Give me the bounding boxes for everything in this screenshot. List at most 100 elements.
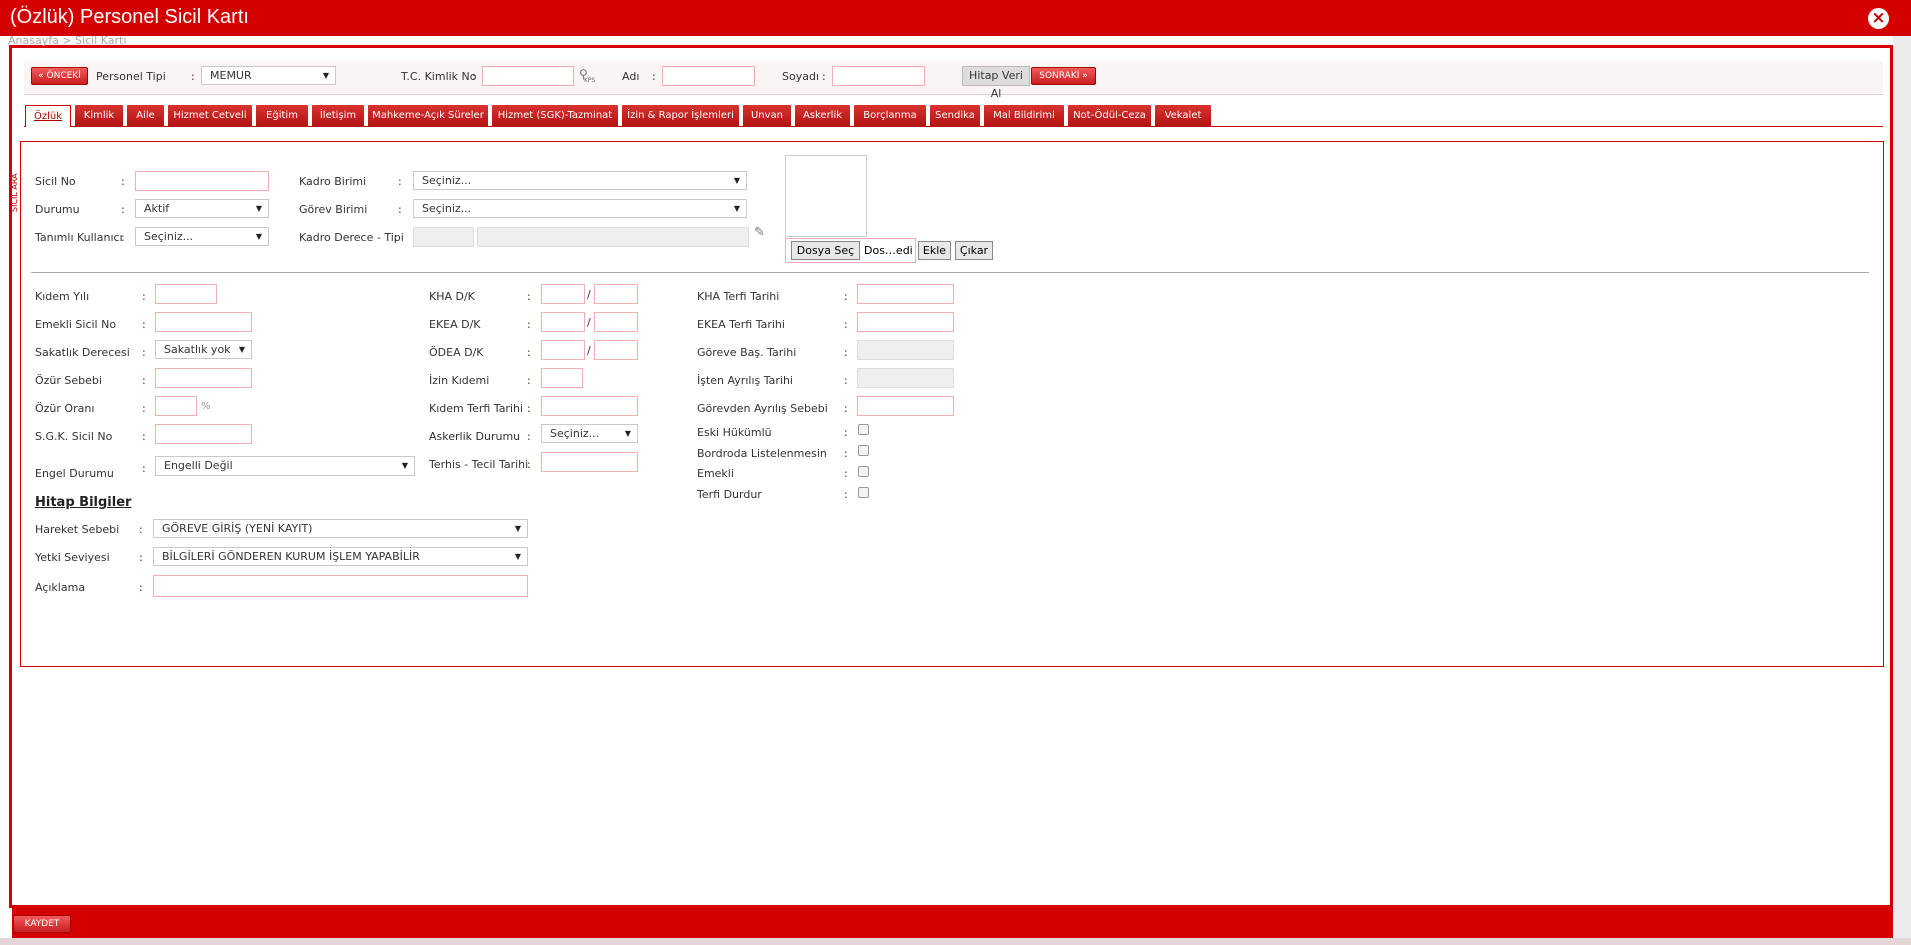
kadro-derece-label: Kadro Derece - Tipi: [299, 231, 404, 244]
ekea-label: EKEA D/K: [429, 318, 481, 331]
hitap-veri-al-button[interactable]: Hitap Veri Al: [962, 66, 1030, 100]
window-title: (Özlük) Personel Sicil Kartı: [10, 6, 249, 28]
tab-sendika[interactable]: Sendika: [930, 105, 980, 127]
ekea-terfi-input[interactable]: [857, 312, 954, 332]
tab-egitim[interactable]: Eğitim: [256, 105, 308, 127]
hitap-heading: Hitap Bilgiler: [35, 495, 132, 510]
kidem-terfi-input[interactable]: [541, 396, 638, 416]
bordro-checkbox[interactable]: [858, 445, 869, 456]
status-strip: [0, 938, 1911, 945]
odea-label: ÖDEA D/K: [429, 346, 484, 359]
tanimli-kullanici-select[interactable]: Seçiniz...: [135, 227, 269, 246]
emekli-label: Emekli: [697, 467, 734, 480]
ozur-orani-input[interactable]: [155, 396, 197, 416]
terfi-durdur-label: Terfi Durdur: [697, 488, 762, 501]
tab-iletisim[interactable]: İletişim: [312, 105, 364, 127]
durumu-label: Durumu: [35, 203, 80, 216]
tc-label: T.C. Kimlik No: [401, 70, 477, 83]
odea-d-input[interactable]: [541, 340, 585, 360]
tab-izin-rapor[interactable]: İzin & Rapor İşlemleri: [622, 105, 739, 127]
gorev-birimi-label: Görev Birimi: [299, 203, 368, 216]
hareket-label: Hareket Sebebi: [35, 523, 120, 536]
sgk-sicil-input[interactable]: [155, 424, 252, 444]
ekea-d-input[interactable]: [541, 312, 585, 332]
emekli-checkbox[interactable]: [858, 466, 869, 477]
gorevden-ayrilis-label: Görevden Ayrılış Sebebi: [697, 402, 828, 415]
tab-borclanma[interactable]: Borçlanma: [854, 105, 926, 127]
terfi-durdur-checkbox[interactable]: [858, 487, 869, 498]
askerlik-select[interactable]: Seçiniz...: [541, 424, 638, 443]
hareket-select[interactable]: GÖREVE GİRİŞ (YENİ KAYIT): [153, 519, 528, 538]
kha-k-input[interactable]: [594, 284, 638, 304]
aciklama-label: Açıklama: [35, 581, 86, 594]
percent-label: %: [201, 401, 211, 412]
next-button[interactable]: SONRAKİ »: [1031, 67, 1096, 85]
save-button[interactable]: KAYDET: [13, 915, 71, 933]
sgk-sicil-label: S.G.K. Sicil No: [35, 430, 113, 443]
durumu-select[interactable]: Aktif: [135, 199, 269, 218]
gorevden-ayrilis-input[interactable]: [857, 396, 954, 416]
personel-tipi-select[interactable]: MEMUR: [201, 66, 336, 85]
choose-file-button[interactable]: Dosya Seç: [791, 241, 860, 260]
personel-tipi-label: Personel Tipi: [96, 70, 166, 83]
terhis-input[interactable]: [541, 452, 638, 472]
tab-hizmet-cetveli[interactable]: Hizmet Cetveli: [168, 105, 252, 127]
kha-label: KHA D/K: [429, 290, 475, 303]
engel-select[interactable]: Engelli Değil: [155, 456, 415, 476]
soyadi-label: Soyadı: [782, 70, 820, 83]
ozur-sebebi-input[interactable]: [155, 368, 252, 388]
ekea-terfi-label: EKEA Terfi Tarihi: [697, 318, 785, 331]
ozur-orani-label: Özür Oranı: [35, 402, 95, 415]
tab-ozluk[interactable]: Özlük: [25, 105, 71, 127]
eski-hukumlu-label: Eski Hükümlü: [697, 426, 772, 439]
ekea-k-input[interactable]: [594, 312, 638, 332]
isten-ayrilis-label: İşten Ayrılış Tarihi: [697, 374, 793, 387]
title-bar: [0, 0, 1911, 36]
sakatlik-select[interactable]: Sakatlık yok: [155, 340, 252, 359]
kidem-yili-input[interactable]: [155, 284, 217, 304]
add-photo-button[interactable]: Ekle: [918, 241, 951, 260]
previous-button[interactable]: « ÖNCEKİ: [31, 67, 88, 85]
yetki-select[interactable]: BİLGİLERİ GÖNDEREN KURUM İŞLEM YAPABİLİR: [153, 547, 528, 566]
close-icon[interactable]: ×: [1868, 8, 1889, 29]
aciklama-input[interactable]: [153, 575, 528, 597]
tab-mahkeme[interactable]: Mahkeme-Açık Süreler: [368, 105, 488, 127]
tab-askerlik[interactable]: Askerlik: [795, 105, 850, 127]
ozur-sebebi-label: Özür Sebebi: [35, 374, 102, 387]
tc-kimlik-input[interactable]: [482, 66, 574, 86]
odea-k-input[interactable]: [594, 340, 638, 360]
askerlik-label: Askerlik Durumu: [429, 430, 521, 443]
divider: [31, 272, 1869, 273]
tab-vekalet[interactable]: Vekalet: [1155, 105, 1211, 127]
tab-not-odul-ceza[interactable]: Not-Ödül-Ceza: [1068, 105, 1151, 127]
gorev-birimi-select[interactable]: Seçiniz...: [413, 199, 747, 218]
kadro-birimi-select[interactable]: Seçiniz...: [413, 171, 747, 190]
tab-aile[interactable]: Aile: [127, 105, 164, 127]
tab-hizmet-sgk[interactable]: Hizmet (SGK)-Tazminat: [492, 105, 618, 127]
kha-terfi-input[interactable]: [857, 284, 954, 304]
adi-label: Adı: [622, 70, 640, 83]
tanimli-kullanici-label: Tanımlı Kullanıcı: [35, 231, 123, 244]
engel-label: Engel Durumu: [35, 467, 114, 480]
remove-photo-button[interactable]: Çıkar: [955, 241, 993, 260]
kadro-tipi-input: [477, 227, 749, 247]
kha-d-input[interactable]: [541, 284, 585, 304]
soyadi-input[interactable]: [832, 66, 925, 86]
goreve-bas-input: [857, 340, 954, 360]
sicil-no-input[interactable]: [135, 171, 269, 191]
eski-hukumlu-checkbox[interactable]: [858, 424, 869, 435]
kadro-edit-icon[interactable]: ✎: [754, 225, 765, 240]
footer-bar: [12, 908, 1893, 938]
emekli-sicil-input[interactable]: [155, 312, 252, 332]
tab-kimlik[interactable]: Kimlik: [75, 105, 123, 127]
sicil-ara-side-tab[interactable]: SİCİL ARA: [10, 152, 20, 212]
sicil-no-label: Sicil No: [35, 175, 76, 188]
tab-unvan[interactable]: Unvan: [743, 105, 791, 127]
adi-input[interactable]: [662, 66, 755, 86]
emekli-sicil-label: Emekli Sicil No: [35, 318, 117, 331]
scrollbar[interactable]: [1893, 36, 1911, 945]
yetki-label: Yetki Seviyesi: [35, 551, 110, 564]
tab-mal-bildirimi[interactable]: Mal Bildirimi: [984, 105, 1064, 127]
kadro-birimi-label: Kadro Birimi: [299, 175, 367, 188]
izin-kidemi-input[interactable]: [541, 368, 583, 388]
